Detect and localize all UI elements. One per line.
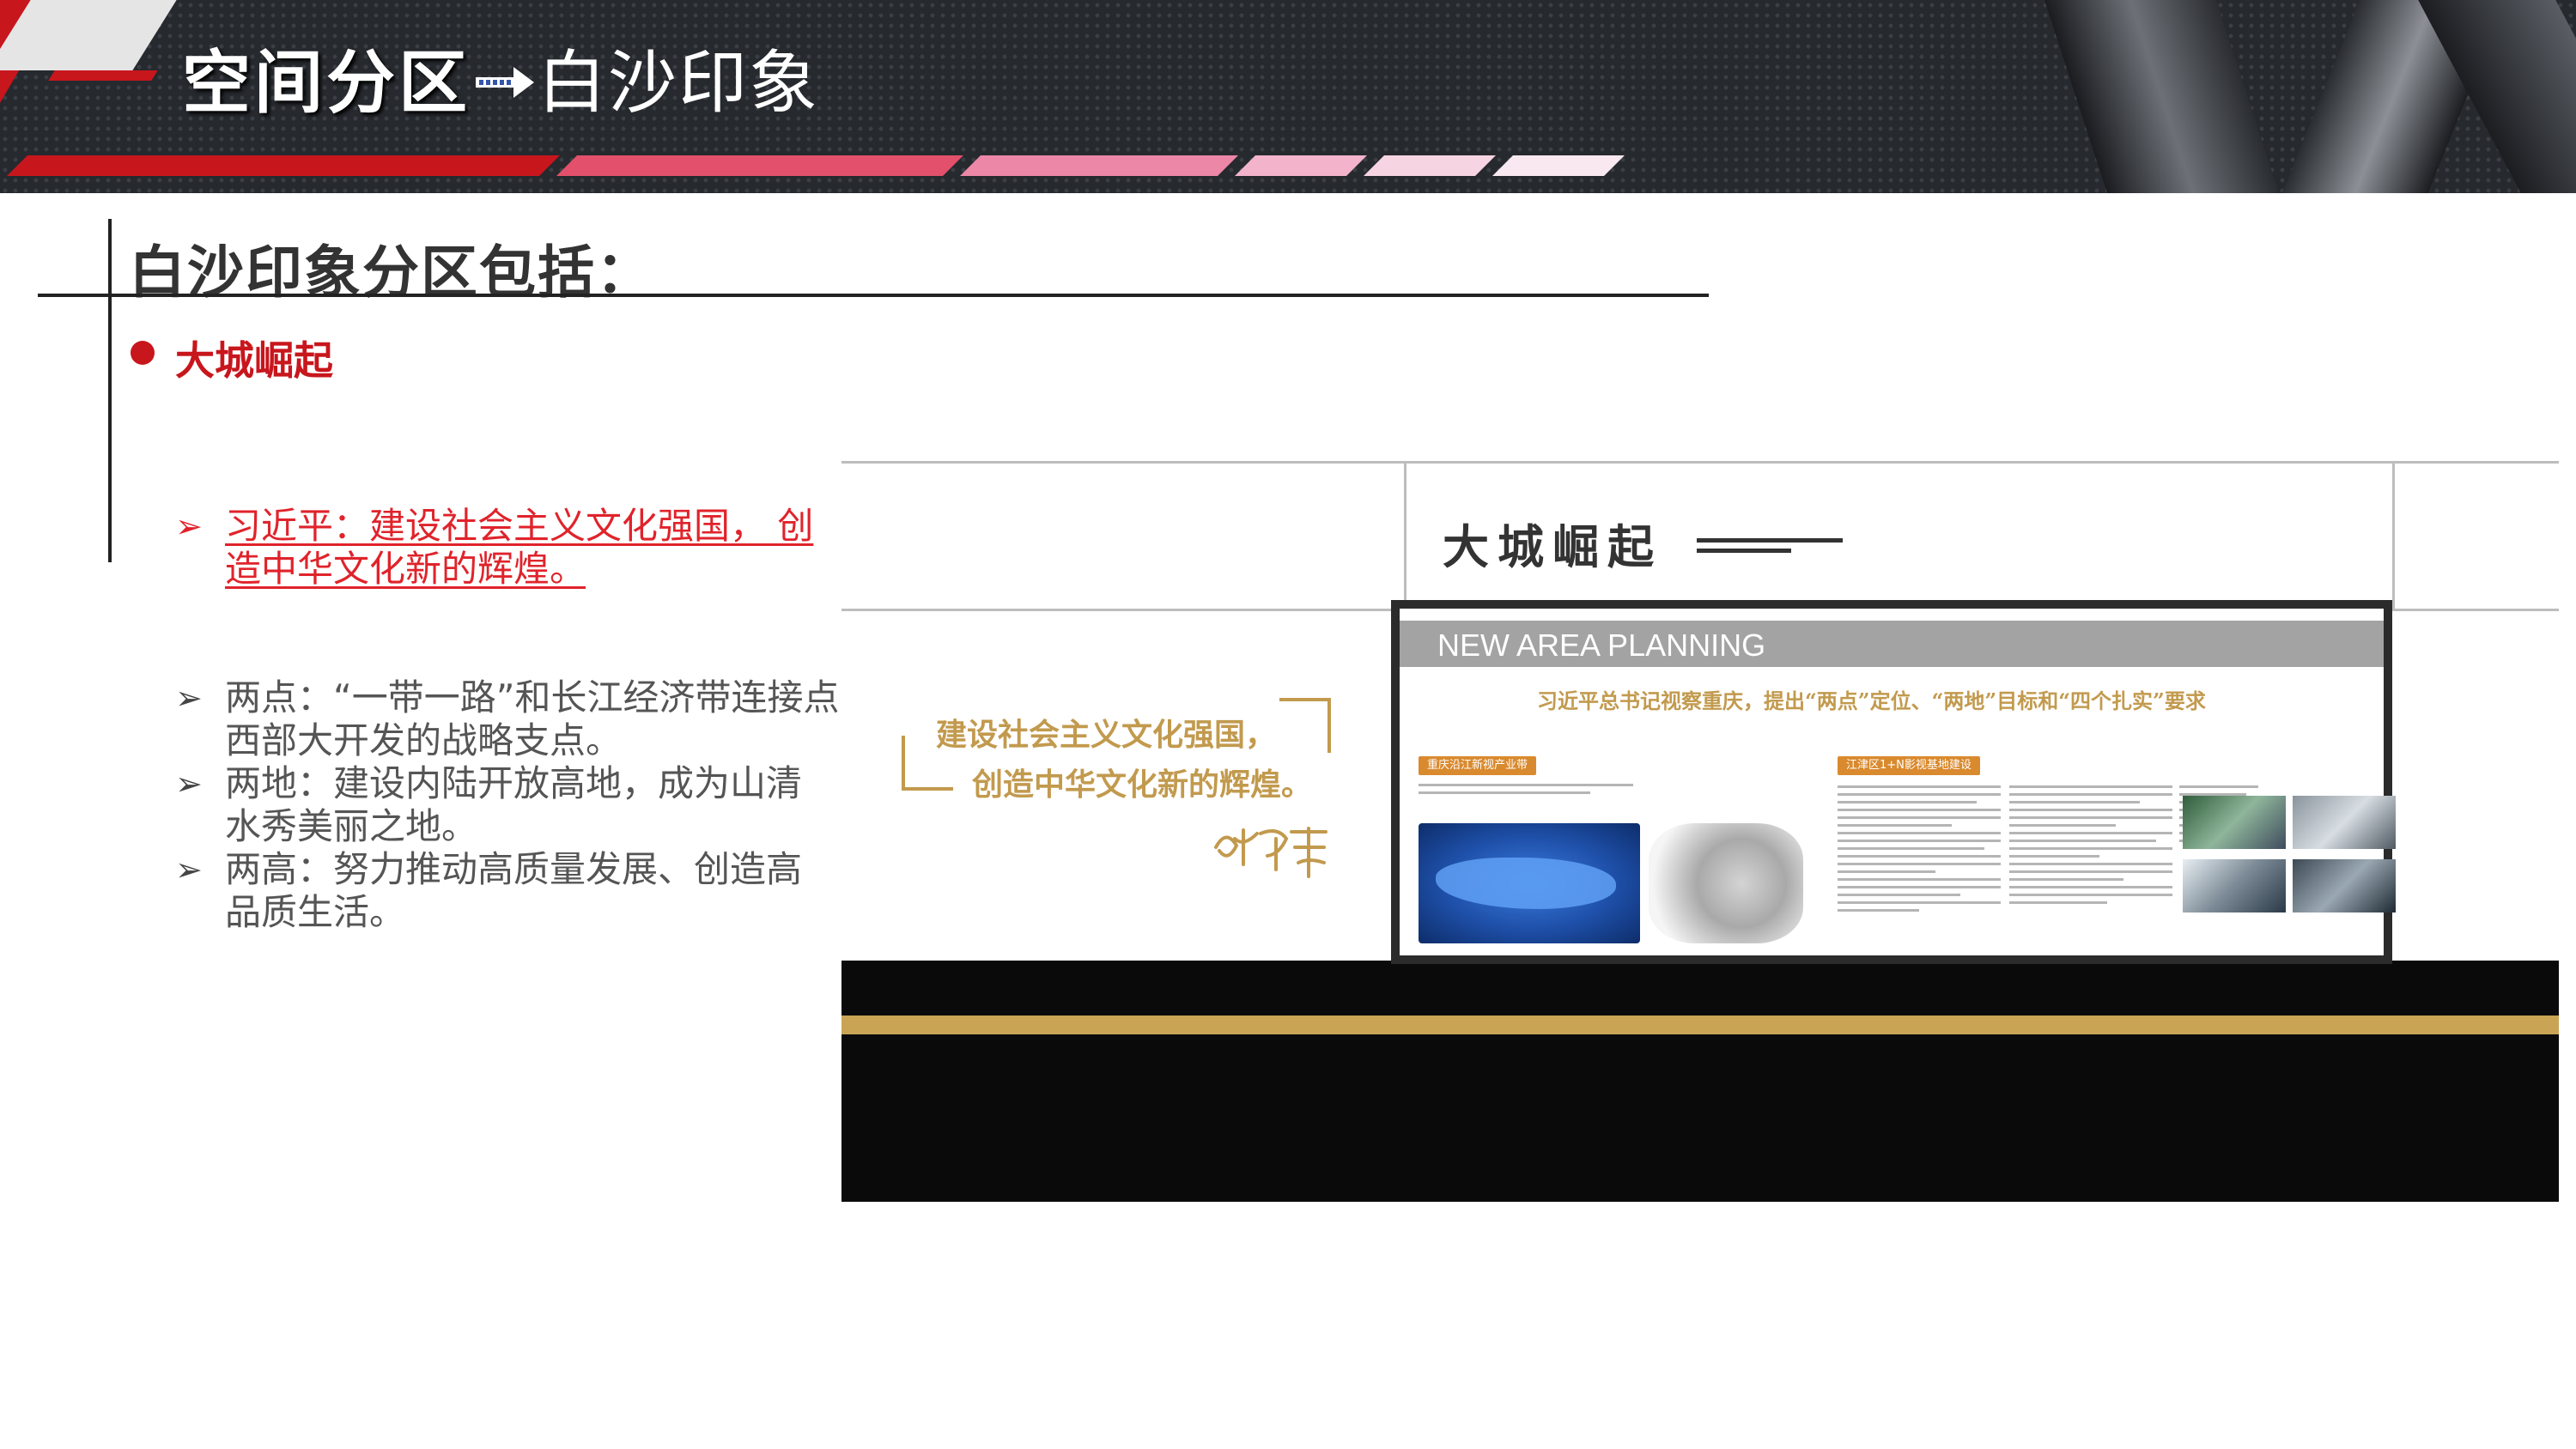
rendering-divider-2	[2392, 461, 2395, 609]
arrow-right-icon	[476, 67, 534, 99]
page-title-main: 空间分区	[182, 43, 471, 123]
section-horizontal-rule	[38, 294, 1709, 297]
header-stripe-1	[7, 155, 560, 176]
header-stripe-2	[556, 155, 963, 176]
item-1-line-2: 造中华文化新的辉煌。	[225, 548, 586, 590]
item-4-line-2: 品质生活。	[225, 891, 406, 933]
board-photo-1	[2183, 796, 2286, 849]
arrow-bullet-icon: ➢	[175, 765, 203, 803]
board-title-bar: NEW AREA PLANNING	[1400, 621, 2384, 667]
quote-line-2: 创造中华文化新的辉煌。	[972, 767, 1313, 803]
wall-base-black	[841, 961, 2559, 1202]
header-stripe-3	[960, 155, 1238, 176]
board-photo-2	[2293, 796, 2396, 849]
item-3-line-1: 两地：建设内陆开放高地，成为山清	[225, 762, 803, 804]
item-3-line-2: 水秀美丽之地。	[225, 805, 478, 847]
header-metal-panel-1	[2033, 0, 2294, 193]
board-tag-2: 江津区1+N影视基地建设	[1838, 756, 1980, 775]
item-4-line-1: 两高：努力推动高质量发展、创造高	[225, 848, 803, 890]
item-1-line-1: 习近平：建设社会主义文化强国， 创	[225, 505, 814, 547]
board-tag-1: 重庆沿江新视产业带	[1419, 756, 1537, 775]
header-red-slash	[48, 70, 158, 81]
chongqing-map-image	[1419, 823, 1640, 943]
rendering-divider-1	[1404, 461, 1406, 609]
header-stripe-4	[1235, 155, 1367, 176]
board-photo-3	[2183, 859, 2286, 912]
wall-design-rendering: 大城崛起 建设社会主义文化强国， 创造中华文化新的辉煌。 NEW AREA PL…	[841, 461, 2559, 1202]
district-map-image	[1649, 823, 1803, 943]
rendering-top-border	[841, 461, 2559, 464]
item-2-line-2: 西部大开发的战略支点。	[225, 719, 623, 761]
board-text-block-2	[1838, 785, 2001, 917]
header-stripe-5	[1364, 155, 1496, 176]
header-stripe-6	[1492, 155, 1625, 176]
page-title-sub: 白沙印象	[538, 43, 819, 123]
board-text-block-3	[2009, 785, 2172, 909]
board-title-text: NEW AREA PLANNING	[1437, 627, 1766, 663]
arrow-bullet-icon: ➢	[175, 679, 203, 717]
arrow-bullet-icon: ➢	[175, 851, 203, 888]
header-white-slash	[0, 0, 177, 70]
page-title: 空间分区 白沙印象	[182, 36, 819, 130]
wall-gold-band	[841, 1016, 2559, 1034]
display-board: NEW AREA PLANNING 习近平总书记视察重庆，提出“两点”定位、“两…	[1391, 600, 2396, 964]
bullet-dot-icon	[131, 341, 155, 365]
quote-bracket-right	[1279, 698, 1331, 753]
item-2-line-1: 两点：“一带一路”和长江经济带连接点，	[225, 676, 876, 718]
board-text-block-1	[1419, 784, 1633, 799]
section-vertical-rule	[108, 219, 112, 562]
section-subtitle: 大城崛起	[175, 337, 333, 384]
header-banner: 空间分区 白沙印象	[0, 0, 2576, 193]
board-subtitle: 习近平总书记视察重庆，提出“两点”定位、“两地”目标和“四个扎实”要求	[1537, 688, 2206, 713]
rendering-heading: 大城崛起	[1443, 520, 1662, 574]
heading-decoration-lines	[1697, 538, 1843, 555]
calligraphy-signature	[1214, 827, 1327, 878]
arrow-bullet-icon: ➢	[175, 507, 203, 545]
board-photo-4	[2293, 859, 2396, 912]
quote-block: 建设社会主义文化强国， 创造中华文化新的辉煌。	[902, 698, 1331, 882]
quote-line-1: 建设社会主义文化强国，	[936, 717, 1277, 753]
